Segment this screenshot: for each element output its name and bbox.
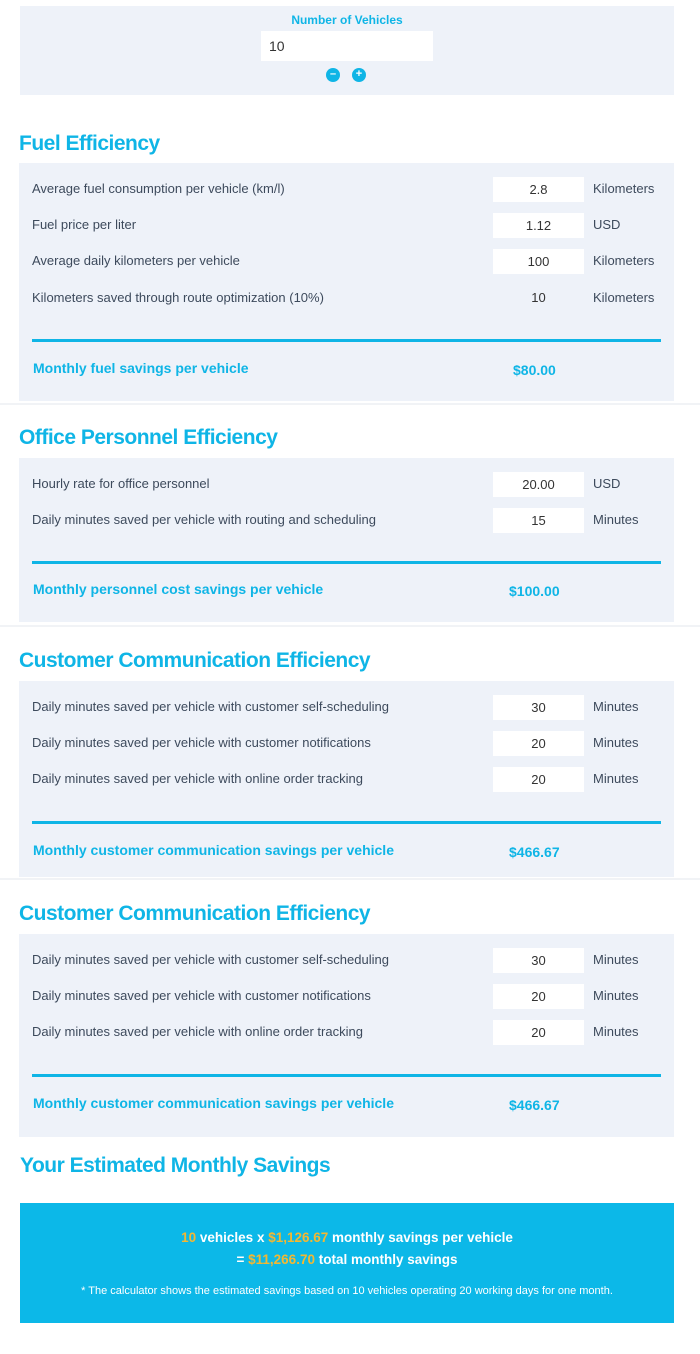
per-vehicle-text: monthly savings per vehicle bbox=[328, 1230, 513, 1245]
row-label: Daily minutes saved per vehicle with cus… bbox=[32, 735, 371, 750]
summary-value: $466.67 bbox=[509, 1097, 560, 1113]
row-unit: Minutes bbox=[593, 771, 639, 786]
fuel-price-input[interactable] bbox=[493, 213, 584, 238]
row-unit: Minutes bbox=[593, 1024, 639, 1039]
row-unit: Minutes bbox=[593, 952, 639, 967]
row-label: Kilometers saved through route optimizat… bbox=[32, 290, 324, 305]
order-tracking-input[interactable] bbox=[493, 1020, 584, 1045]
row-unit: Minutes bbox=[593, 988, 639, 1003]
row-unit: Minutes bbox=[593, 699, 639, 714]
row-unit: Kilometers bbox=[593, 181, 655, 196]
section-title-personnel: Office Personnel Efficiency bbox=[19, 426, 278, 449]
communication-row: Daily minutes saved per vehicle with onl… bbox=[19, 1020, 674, 1045]
row-label: Daily minutes saved per vehicle with rou… bbox=[32, 512, 376, 527]
summary-label: Monthly personnel cost savings per vehic… bbox=[33, 581, 324, 597]
row-label: Daily minutes saved per vehicle with cus… bbox=[32, 699, 389, 714]
communication-row: Daily minutes saved per vehicle with cus… bbox=[19, 731, 674, 756]
summary-divider bbox=[32, 561, 661, 564]
row-label: Average daily kilometers per vehicle bbox=[32, 253, 240, 268]
communication-row: Daily minutes saved per vehicle with cus… bbox=[19, 948, 674, 973]
section-divider bbox=[0, 403, 700, 405]
row-unit: USD bbox=[593, 476, 621, 491]
per-vehicle-savings: $1,126.67 bbox=[268, 1230, 329, 1245]
vehicle-count: 10 bbox=[181, 1230, 197, 1245]
fuel-row: Fuel price per liter USD bbox=[19, 213, 674, 238]
summary-label: Monthly fuel savings per vehicle bbox=[33, 360, 249, 376]
summary-label: Monthly customer communication savings p… bbox=[33, 842, 394, 858]
fuel-row: Average fuel consumption per vehicle (km… bbox=[19, 177, 674, 202]
personnel-row: Hourly rate for office personnel USD bbox=[19, 472, 674, 497]
result-panel: 10 vehicles x $1,126.67 monthly savings … bbox=[20, 1203, 674, 1323]
section-title-communication: Customer Communication Efficiency bbox=[19, 902, 371, 925]
fuel-row: Kilometers saved through route optimizat… bbox=[19, 286, 674, 310]
summary-divider bbox=[32, 1074, 661, 1077]
section-title-communication: Customer Communication Efficiency bbox=[19, 649, 371, 672]
daily-km-input[interactable] bbox=[493, 249, 584, 274]
summary-divider bbox=[32, 339, 661, 342]
section-divider bbox=[0, 878, 700, 880]
increment-button[interactable]: + bbox=[352, 68, 366, 82]
vehicles-text: vehicles x bbox=[196, 1230, 269, 1245]
notifications-input[interactable] bbox=[493, 731, 584, 756]
summary-value: $466.67 bbox=[509, 844, 560, 860]
personnel-panel: Hourly rate for office personnel USD Dai… bbox=[19, 458, 674, 622]
row-unit: Minutes bbox=[593, 512, 639, 527]
total-line: = $11,266.70 total monthly savings bbox=[20, 1252, 674, 1267]
row-label: Daily minutes saved per vehicle with cus… bbox=[32, 988, 371, 1003]
fuel-consumption-input[interactable] bbox=[493, 177, 584, 202]
km-saved-value: 10 bbox=[531, 290, 546, 305]
summary-label: Monthly customer communication savings p… bbox=[33, 1095, 394, 1111]
row-unit: Kilometers bbox=[593, 253, 655, 268]
row-label: Daily minutes saved per vehicle with cus… bbox=[32, 952, 389, 967]
fuel-panel: Average fuel consumption per vehicle (km… bbox=[19, 163, 674, 401]
vehicles-label: Number of Vehicles bbox=[291, 13, 403, 27]
self-scheduling-input[interactable] bbox=[493, 948, 584, 973]
decrement-button[interactable]: – bbox=[326, 68, 340, 82]
summary-value: $80.00 bbox=[513, 362, 556, 378]
row-unit: Minutes bbox=[593, 735, 639, 750]
row-label: Fuel price per liter bbox=[32, 217, 137, 232]
order-tracking-input[interactable] bbox=[493, 767, 584, 792]
summary-divider bbox=[32, 821, 661, 824]
section-title-result: Your Estimated Monthly Savings bbox=[20, 1154, 331, 1177]
row-unit: USD bbox=[593, 217, 621, 232]
vehicles-panel: Number of Vehicles – + bbox=[20, 6, 674, 95]
fuel-row: Average daily kilometers per vehicle Kil… bbox=[19, 249, 674, 274]
total-text: total monthly savings bbox=[314, 1252, 458, 1267]
personnel-row: Daily minutes saved per vehicle with rou… bbox=[19, 508, 674, 533]
self-scheduling-input[interactable] bbox=[493, 695, 584, 720]
per-vehicle-line: 10 vehicles x $1,126.67 monthly savings … bbox=[20, 1230, 674, 1245]
communication-panel: Daily minutes saved per vehicle with cus… bbox=[19, 934, 674, 1137]
communication-row: Daily minutes saved per vehicle with onl… bbox=[19, 767, 674, 792]
row-label: Hourly rate for office personnel bbox=[32, 476, 210, 491]
row-unit: Kilometers bbox=[593, 290, 655, 305]
vehicles-input[interactable] bbox=[261, 31, 433, 61]
result-note: * The calculator shows the estimated sav… bbox=[81, 1285, 613, 1297]
section-title-fuel: Fuel Efficiency bbox=[19, 132, 160, 155]
hourly-rate-input[interactable] bbox=[493, 472, 584, 497]
routing-minutes-input[interactable] bbox=[493, 508, 584, 533]
communication-row: Daily minutes saved per vehicle with cus… bbox=[19, 695, 674, 720]
row-label: Daily minutes saved per vehicle with onl… bbox=[32, 1024, 363, 1039]
row-label: Average fuel consumption per vehicle (km… bbox=[32, 181, 285, 196]
communication-row: Daily minutes saved per vehicle with cus… bbox=[19, 984, 674, 1009]
section-divider bbox=[0, 625, 700, 627]
total-savings: $11,266.70 bbox=[248, 1252, 315, 1267]
notifications-input[interactable] bbox=[493, 984, 584, 1009]
summary-value: $100.00 bbox=[509, 583, 560, 599]
communication-panel: Daily minutes saved per vehicle with cus… bbox=[19, 681, 674, 877]
row-label: Daily minutes saved per vehicle with onl… bbox=[32, 771, 363, 786]
equals-sign: = bbox=[236, 1252, 249, 1267]
